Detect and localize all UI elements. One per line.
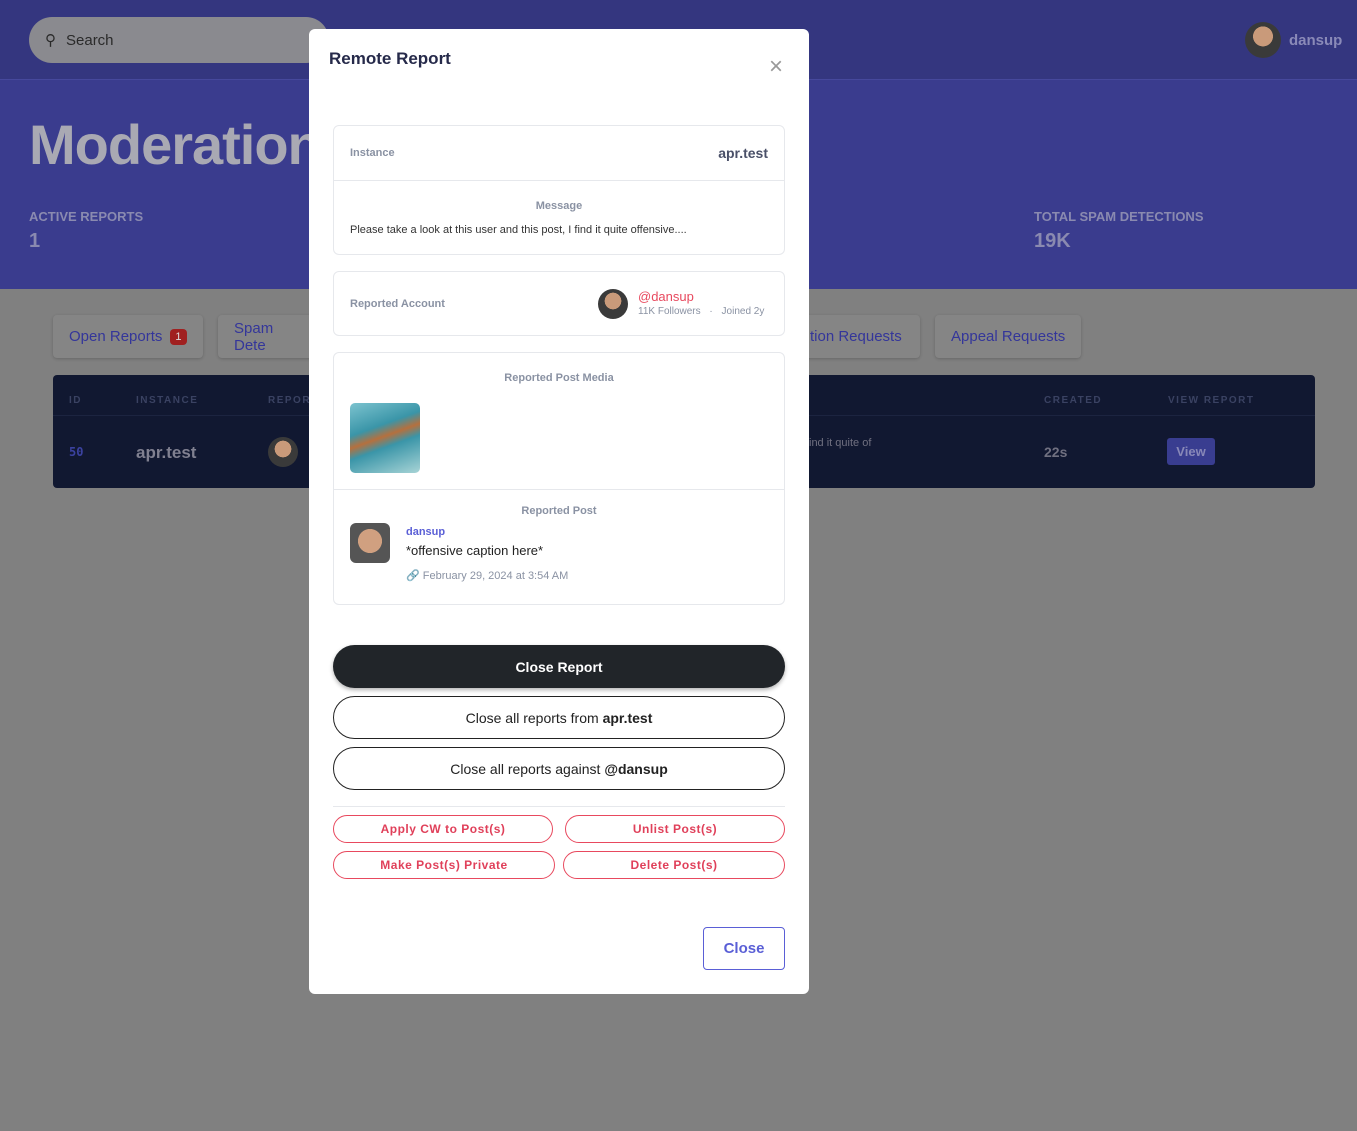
unlist-posts-button[interactable]: Unlist Post(s) — [565, 815, 785, 843]
remote-report-modal: Remote Report × Instance apr.test Messag… — [309, 29, 809, 994]
post-author-avatar — [350, 523, 390, 563]
tab-appeal-requests[interactable]: Appeal Requests — [935, 315, 1082, 358]
button-target: @dansup — [604, 760, 668, 777]
avatar — [1245, 22, 1281, 58]
reported-post-card: Reported Post Media Reported Post dansup… — [333, 352, 785, 605]
tab-label: Open Reports — [69, 328, 163, 345]
tab-label: Spam Dete — [234, 319, 274, 354]
button-label: Close all reports against — [450, 760, 605, 777]
stat-value: 19K — [1034, 230, 1071, 252]
post-caption: *offensive caption here* — [406, 543, 544, 558]
instance-label: Instance — [350, 147, 395, 159]
stat-value: 1 — [29, 230, 41, 252]
instance-message-card: Instance apr.test Message Please take a … — [333, 125, 785, 255]
view-report-button[interactable]: View — [1167, 438, 1215, 465]
stat-label: TOTAL SPAM DETECTIONS — [1034, 209, 1204, 224]
page-title: Moderation — [29, 113, 322, 176]
username: dansup — [1289, 31, 1343, 49]
col-header: VIEW REPORT — [1168, 395, 1255, 406]
col-header: INSTANCE — [136, 395, 199, 406]
search-placeholder: Search — [66, 31, 114, 49]
account-handle[interactable]: @dansup — [638, 289, 694, 304]
report-instance: apr.test — [136, 443, 197, 462]
stat-spam: TOTAL SPAM DETECTIONS 19K — [1034, 209, 1204, 253]
tab-requests[interactable]: tion Requests — [790, 315, 920, 358]
search-icon: ⚲ — [45, 32, 56, 49]
post-date-link[interactable]: 🔗 February 29, 2024 at 3:54 AM — [406, 569, 568, 582]
col-header: REPOR — [268, 395, 312, 406]
close-icon[interactable]: × — [769, 53, 783, 81]
search-input[interactable]: ⚲ Search — [29, 17, 329, 63]
followers-count: 11K Followers — [638, 306, 701, 317]
make-private-button[interactable]: Make Post(s) Private — [333, 851, 555, 879]
col-header: ID — [69, 395, 82, 406]
instance-value: apr.test — [718, 145, 768, 161]
count-badge: 1 — [170, 328, 187, 345]
media-label: Reported Post Media — [504, 372, 614, 384]
close-all-against-account-button[interactable]: Close all reports against @dansup — [333, 747, 785, 790]
account-label: Reported Account — [350, 298, 445, 310]
reporter-avatar — [268, 437, 298, 467]
stat-active-reports: ACTIVE REPORTS 1 — [29, 209, 143, 253]
col-header: CREATED — [1044, 395, 1103, 406]
reported-account-card: Reported Account @dansup 11K Followers ·… — [333, 271, 785, 336]
user-menu[interactable]: dansup — [1245, 22, 1342, 58]
joined-date: Joined 2y — [721, 306, 765, 317]
report-message: Please take a look at this user and this… — [350, 224, 687, 236]
apply-cw-button[interactable]: Apply CW to Post(s) — [333, 815, 553, 843]
link-icon: 🔗 — [406, 570, 420, 582]
report-id[interactable]: 50 — [69, 445, 83, 459]
stat-label: ACTIVE REPORTS — [29, 209, 144, 224]
modal-title: Remote Report — [329, 49, 451, 68]
close-all-from-instance-button[interactable]: Close all reports from apr.test — [333, 696, 785, 739]
post-date: February 29, 2024 at 3:54 AM — [422, 570, 569, 582]
message-label: Message — [535, 200, 583, 212]
report-message: ind it quite of — [809, 437, 872, 449]
account-avatar — [598, 289, 628, 319]
close-button[interactable]: Close — [703, 927, 785, 970]
report-created: 22s — [1044, 444, 1068, 460]
delete-posts-button[interactable]: Delete Post(s) — [563, 851, 785, 879]
close-report-button[interactable]: Close Report — [333, 645, 785, 688]
divider — [333, 806, 785, 807]
post-label: Reported Post — [521, 505, 597, 517]
button-label: Close all reports from — [465, 709, 603, 726]
separator: · — [709, 306, 713, 317]
button-target: apr.test — [602, 709, 653, 726]
tab-label: Appeal Requests — [951, 328, 1066, 345]
post-media-thumbnail[interactable] — [350, 403, 420, 473]
post-author[interactable]: dansup — [406, 526, 445, 538]
tab-label: tion Requests — [810, 328, 902, 345]
tab-spam[interactable]: Spam Dete — [218, 315, 318, 358]
tab-open-reports[interactable]: Open Reports 1 — [53, 315, 203, 358]
